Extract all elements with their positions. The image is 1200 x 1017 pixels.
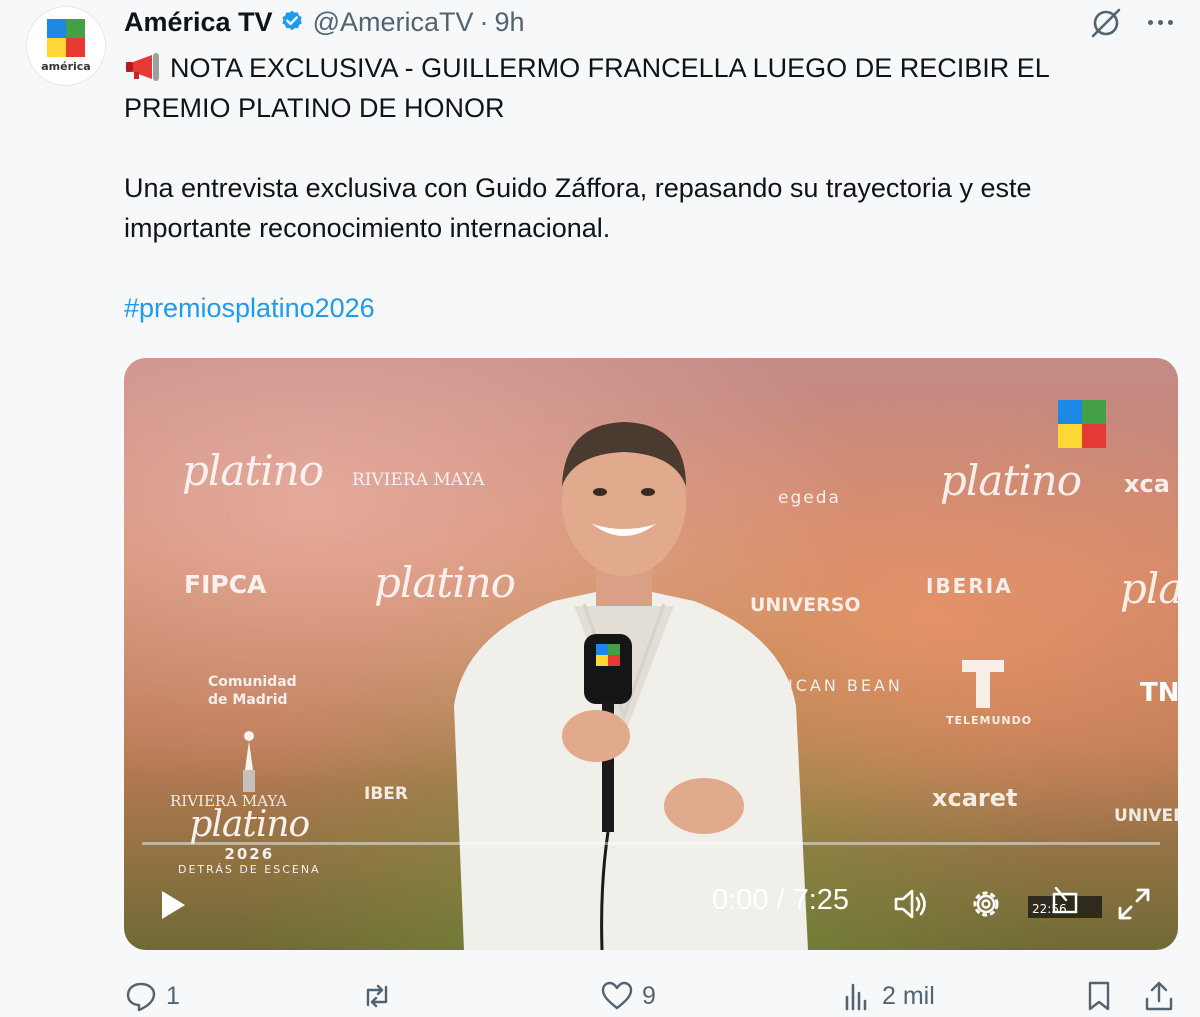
views-chart-icon [845, 983, 867, 1011]
megaphone-icon [126, 53, 159, 81]
share-icon [1145, 981, 1173, 1011]
volume-icon[interactable] [890, 884, 930, 924]
timestamp[interactable]: 9h [495, 7, 525, 38]
reply-icon [126, 982, 156, 1012]
america-corner-logo-icon [1058, 400, 1106, 448]
grok-icon[interactable] [1088, 4, 1124, 40]
settings-gear-icon[interactable] [966, 884, 1006, 924]
more-options-icon[interactable] [1142, 6, 1178, 38]
bookmark-icon [1088, 981, 1110, 1011]
fipca-logo: FIPCA [184, 570, 267, 599]
universo-logo-partial: UNIVER [1114, 806, 1178, 826]
handle[interactable]: @AmericaTV [313, 7, 474, 38]
platino-statuette-icon [243, 731, 256, 792]
iberia-logo-partial: IBER [364, 784, 408, 804]
views-button[interactable]: 2 mil [840, 976, 935, 1016]
video-player[interactable]: platino RIVIERA MAYA egeda platino xca F… [124, 358, 1178, 950]
platino-2026-logo: platino 2026 DETRÁS DE ESCENA [178, 730, 321, 876]
telemundo-t-icon [962, 660, 1004, 708]
video-time: 0:00 / 7:25 [712, 884, 850, 916]
tweet-text: NOTA EXCLUSIVA - GUILLERMO FRANCELLA LUE… [124, 48, 1184, 328]
tweet-line: NOTA EXCLUSIVA - GUILLERMO FRANCELLA LUE… [124, 48, 1184, 88]
verified-badge-icon [281, 10, 302, 31]
tweet-header: América TV @AmericaTV · 9h [124, 4, 525, 40]
platino-logo: platino [940, 456, 1082, 505]
platino-logo: platino [182, 446, 324, 495]
share-button[interactable] [1142, 976, 1176, 1016]
iberia-logo: IBERIA [926, 574, 1013, 598]
tweet-line-4: importante reconocimiento internacional. [124, 213, 611, 243]
hashtag-link[interactable]: #premiosplatino2026 [124, 288, 1184, 328]
tweet-card[interactable]: américa América TV @AmericaTV · 9h NOTA … [0, 0, 1200, 1017]
tweet-line-3: Una entrevista exclusiva con Guido Záffo… [124, 173, 1032, 203]
reply-button[interactable]: 1 [124, 976, 180, 1016]
comunidad-madrid-logo: Comunidad [208, 674, 297, 690]
tweet-line-2: PREMIO PLATINO DE HONOR [124, 93, 505, 123]
like-button[interactable]: 9 [600, 976, 656, 1016]
like-count: 9 [642, 981, 656, 1010]
platino-year: 2026 [224, 845, 275, 863]
reply-count: 1 [166, 981, 180, 1010]
tn-logo: TN [1140, 678, 1178, 708]
tweet-line-1: NOTA EXCLUSIVA - GUILLERMO FRANCELLA LUE… [170, 53, 1050, 83]
avatar-label: américa [41, 60, 91, 73]
views-count: 2 mil [882, 981, 935, 1010]
tweet-actions: 1 9 2 mil [124, 976, 1184, 1016]
bookmark-button[interactable] [1082, 976, 1116, 1016]
video-progress-bar[interactable] [142, 842, 1160, 845]
subtitle-badge-text: 22:56 [1032, 902, 1067, 916]
america-logo-icon [47, 19, 85, 57]
display-name[interactable]: América TV [124, 7, 273, 38]
platino-logo-partial: platino [1120, 564, 1178, 613]
header-separator: · [479, 6, 489, 37]
subtitles-icon[interactable]: 22:56 [1026, 884, 1104, 924]
repost-icon [366, 984, 388, 1008]
comunidad-madrid-logo-line2: de Madrid [208, 692, 288, 708]
telemundo-logo: TELEMUNDO [946, 714, 1033, 727]
platino-script-logo: platino [189, 804, 310, 845]
repost-button[interactable] [360, 976, 402, 1016]
heart-icon [601, 981, 633, 1010]
xcaret-logo: xcaret [932, 784, 1018, 812]
presenter-figure [454, 422, 808, 950]
fullscreen-icon[interactable] [1114, 884, 1154, 924]
platino-subtitle: DETRÁS DE ESCENA [178, 863, 321, 876]
avatar[interactable]: américa [26, 6, 106, 86]
xcaret-logo-partial: xca [1124, 470, 1170, 498]
play-icon[interactable] [158, 888, 188, 922]
